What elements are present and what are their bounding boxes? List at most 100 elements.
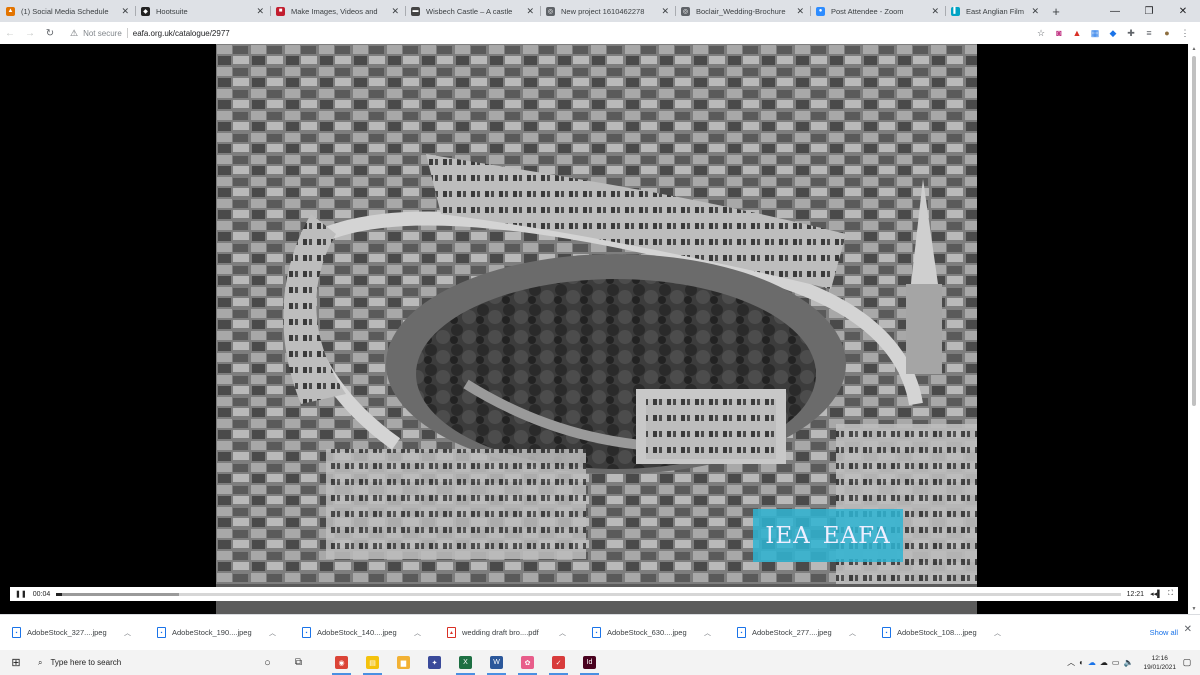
download-options-chevron-icon[interactable]: ︿ xyxy=(124,628,131,638)
browser-tab[interactable]: ● Post Attendee - Zoom ✕ xyxy=(810,0,945,22)
page-scrollbar[interactable]: ▲ ▼ xyxy=(1188,44,1200,614)
tab-close-icon[interactable]: ✕ xyxy=(661,6,669,17)
tab-close-icon[interactable]: ✕ xyxy=(256,6,264,17)
close-download-shelf-icon[interactable]: ✕ xyxy=(1184,624,1192,635)
tab-close-icon[interactable]: ✕ xyxy=(121,6,129,17)
tab-close-icon[interactable]: ✕ xyxy=(796,6,804,17)
download-filename: AdobeStock_630....jpeg xyxy=(607,628,687,637)
security-label: Not secure xyxy=(83,28,122,38)
menu-kebab-icon[interactable]: ⋮ xyxy=(1178,26,1192,40)
download-options-chevron-icon[interactable]: ︿ xyxy=(704,628,711,638)
tab-title: Boclair_Wedding-Brochure xyxy=(696,6,786,16)
taskbar-paint-button[interactable]: ✿ xyxy=(512,650,543,675)
cloud-icon[interactable]: ☁ xyxy=(1100,658,1108,667)
windows-start-icon[interactable]: ⊞ xyxy=(0,656,32,669)
image-file-icon: ▪ xyxy=(737,627,746,638)
browser-tab[interactable]: ◎ New project 1610462278 ✕ xyxy=(540,0,675,22)
taskbar-file-explorer-button[interactable]: ▆ xyxy=(388,650,419,675)
extension-instagram-icon[interactable]: ◙ xyxy=(1052,26,1066,40)
scroll-up-arrow[interactable]: ▲ xyxy=(1188,46,1200,52)
taskbar-indesign-button[interactable]: Id xyxy=(574,650,605,675)
browser-tab[interactable]: ▬ Wisbech Castle – A castle ✕ xyxy=(405,0,540,22)
taskbar-word-button[interactable]: W xyxy=(481,650,512,675)
url-text[interactable]: eafa.org.uk/catalogue/2977 xyxy=(133,29,230,38)
browser-tab[interactable]: ◆ Hootsuite ✕ xyxy=(135,0,270,22)
extension-pdf-icon[interactable]: ▲ xyxy=(1070,26,1084,40)
tab-title: Make Images, Videos and xyxy=(291,6,378,16)
pause-icon[interactable]: ❚❚ xyxy=(15,590,27,598)
onedrive-icon[interactable]: ☁ xyxy=(1088,658,1096,667)
zoom-favicon-icon: ● xyxy=(816,6,825,16)
watermark-right-text: EAFA xyxy=(822,522,891,549)
close-window-button[interactable]: ✕ xyxy=(1166,0,1200,22)
download-item[interactable]: ▪ AdobeStock_190....jpeg ︿ xyxy=(145,627,290,638)
windows-taskbar: ⊞ ⌕ Type here to search ○ ⧉ ◉ ▤ ▆ ✦ X W ✿ ✓ Id ︿… xyxy=(0,650,1200,675)
extension-grid-icon[interactable]: ▦ xyxy=(1088,26,1102,40)
restore-button[interactable]: ❐ xyxy=(1132,0,1166,22)
reading-list-icon[interactable]: ≡ xyxy=(1142,26,1156,40)
scrollbar-thumb[interactable] xyxy=(1192,56,1196,406)
download-options-chevron-icon[interactable]: ︿ xyxy=(559,628,566,638)
system-clock[interactable]: 12:16 19/01/2021 xyxy=(1143,654,1176,672)
clock-time: 12:16 xyxy=(1151,654,1168,662)
security-tray-icon[interactable]: ◐ xyxy=(1079,658,1084,667)
bookmark-star-icon[interactable]: ☆ xyxy=(1034,26,1048,40)
back-button[interactable]: ← xyxy=(0,28,20,39)
download-options-chevron-icon[interactable]: ︿ xyxy=(414,628,421,638)
cortana-icon[interactable]: ○ xyxy=(252,650,283,675)
seek-bar[interactable] xyxy=(56,592,1121,596)
tray-overflow-icon[interactable]: ︿ xyxy=(1067,657,1075,668)
taskbar-excel-button[interactable]: X xyxy=(450,650,481,675)
network-icon[interactable]: ▭ xyxy=(1112,658,1120,667)
download-options-chevron-icon[interactable]: ︿ xyxy=(269,628,276,638)
address-bar[interactable]: ⚠ Not secure eafa.org.uk/catalogue/2977 xyxy=(70,28,230,39)
browser-tab[interactable]: ■ Make Images, Videos and ✕ xyxy=(270,0,405,22)
extensions-puzzle-icon[interactable]: ✚ xyxy=(1124,26,1138,40)
taskbar-snip-button[interactable]: ✓ xyxy=(543,650,574,675)
download-item[interactable]: ▪ AdobeStock_108....jpeg ︿ xyxy=(870,627,1015,638)
buffered-progress xyxy=(56,592,179,596)
scroll-down-arrow[interactable]: ▼ xyxy=(1188,606,1200,612)
reload-button[interactable]: ↻ xyxy=(40,28,60,39)
taskbar-chrome-button[interactable]: ◉ xyxy=(326,650,357,675)
globe-favicon-icon: ◎ xyxy=(681,6,690,16)
browser-tab[interactable]: ▌ East Anglian Film Arch ✕ xyxy=(945,0,1045,22)
minimize-button[interactable]: — xyxy=(1098,0,1132,22)
browser-tab[interactable]: ◎ Boclair_Wedding-Brochure ✕ xyxy=(675,0,810,22)
video-frame[interactable]: IEA EAFA xyxy=(216,44,977,614)
tab-title: (1) Social Media Schedule xyxy=(21,6,109,16)
download-options-chevron-icon[interactable]: ︿ xyxy=(849,628,856,638)
taskbar-sticky-notes-button[interactable]: ▤ xyxy=(357,650,388,675)
download-item[interactable]: ▪ AdobeStock_327....jpeg ︿ xyxy=(0,627,145,638)
volume-tray-icon[interactable]: 🔈 xyxy=(1123,658,1133,667)
extension-shield-icon[interactable]: ◆ xyxy=(1106,26,1120,40)
volume-icon[interactable]: ◂◂▌ xyxy=(1150,590,1162,598)
video-control-bar: ❚❚ 00:04 12:21 ◂◂▌ ⛶ xyxy=(10,587,1178,601)
forward-button[interactable]: → xyxy=(20,28,40,39)
tab-close-icon[interactable]: ✕ xyxy=(1031,6,1039,17)
tab-title: Post Attendee - Zoom xyxy=(831,6,904,16)
download-options-chevron-icon[interactable]: ︿ xyxy=(994,628,1001,638)
duration: 12:21 xyxy=(1126,590,1145,598)
globe-favicon-icon: ◎ xyxy=(546,6,555,16)
image-file-icon: ▪ xyxy=(592,627,601,638)
show-all-downloads-link[interactable]: Show all xyxy=(1150,628,1178,637)
indesign-icon: Id xyxy=(583,656,596,669)
download-item[interactable]: ▲ wedding draft bro....pdf ︿ xyxy=(435,627,580,638)
eafa-favicon-icon: ▌ xyxy=(951,6,960,16)
fullscreen-icon[interactable]: ⛶ xyxy=(1168,590,1173,598)
tab-close-icon[interactable]: ✕ xyxy=(526,6,534,17)
download-item[interactable]: ▪ AdobeStock_277....jpeg ︿ xyxy=(725,627,870,638)
notification-icon[interactable]: ▢ xyxy=(1180,656,1194,670)
task-view-icon[interactable]: ⧉ xyxy=(283,650,314,675)
new-tab-button[interactable]: + xyxy=(1045,0,1067,22)
taskbar-app-blue-button[interactable]: ✦ xyxy=(419,650,450,675)
profile-avatar-icon[interactable]: ● xyxy=(1160,26,1174,40)
download-item[interactable]: ▪ AdobeStock_140....jpeg ︿ xyxy=(290,627,435,638)
tab-close-icon[interactable]: ✕ xyxy=(391,6,399,17)
taskbar-search-box[interactable]: ⌕ Type here to search xyxy=(32,650,252,675)
download-item[interactable]: ▪ AdobeStock_630....jpeg ︿ xyxy=(580,627,725,638)
download-filename: AdobeStock_277....jpeg xyxy=(752,628,832,637)
browser-tab[interactable]: ▲ (1) Social Media Schedule ✕ xyxy=(0,0,135,22)
tab-close-icon[interactable]: ✕ xyxy=(931,6,939,17)
